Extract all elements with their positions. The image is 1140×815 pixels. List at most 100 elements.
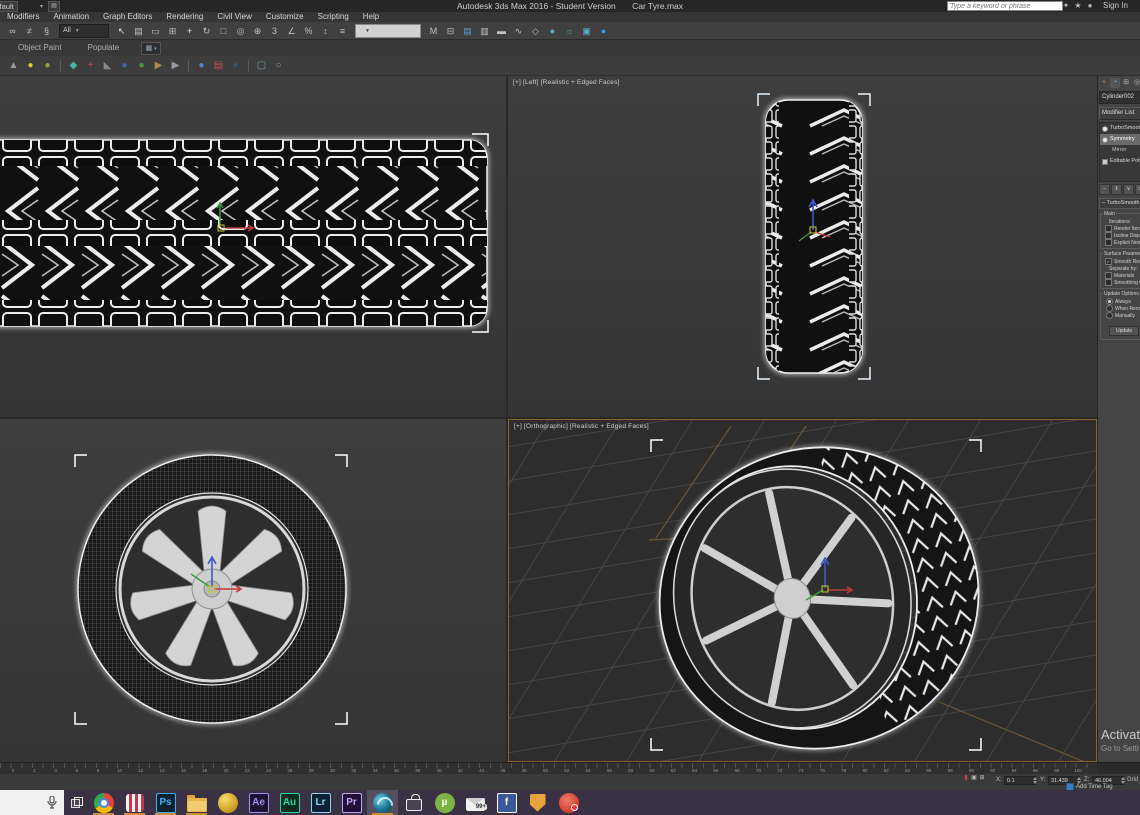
x-spinner[interactable] xyxy=(1033,776,1037,785)
community-icon[interactable]: ✦ xyxy=(1060,0,1072,12)
premiere-icon[interactable]: Pr xyxy=(336,790,367,815)
lightroom-icon[interactable]: Lr xyxy=(305,790,336,815)
sphere-cyan-icon[interactable]: ● xyxy=(194,58,209,73)
ribbon-tab-object-paint[interactable]: Object Paint xyxy=(18,40,62,56)
modifier-list-dropdown[interactable]: Modifier List xyxy=(1099,107,1140,120)
after-effects-icon[interactable]: Ae xyxy=(243,790,274,815)
wedge-icon[interactable]: ◣ xyxy=(100,58,115,73)
checkbox-smoothing-groups[interactable] xyxy=(1105,279,1112,286)
sign-in-button[interactable]: Sign In xyxy=(1103,0,1128,12)
checkbox-render-iters[interactable] xyxy=(1105,225,1112,232)
help-search-input[interactable] xyxy=(947,1,1063,11)
update-button[interactable]: Update xyxy=(1109,326,1139,336)
snaps-toggle-icon[interactable]: 3 xyxy=(267,24,282,38)
viewport-top-left[interactable] xyxy=(0,76,506,417)
select-and-link-icon[interactable]: ∞ xyxy=(5,24,20,38)
sphere-blue-icon[interactable]: ● xyxy=(117,58,132,73)
unlink-selection-icon[interactable]: ≠ xyxy=(22,24,37,38)
select-and-rotate-icon[interactable]: ↻ xyxy=(199,24,214,38)
align-icon[interactable]: ⊟ xyxy=(443,24,458,38)
yellow-ball-app-icon[interactable] xyxy=(212,790,243,815)
render-setup-icon[interactable]: ☼ xyxy=(562,24,577,38)
select-and-manipulate-icon[interactable]: ⊕ xyxy=(250,24,265,38)
schematic-view-icon[interactable]: ◇ xyxy=(528,24,543,38)
monitor-icon[interactable]: ▢ xyxy=(254,58,269,73)
curve-editor-icon[interactable]: ∿ xyxy=(511,24,526,38)
sun-light-icon[interactable]: ● xyxy=(23,58,38,73)
user-icon[interactable]: ● xyxy=(1084,0,1096,12)
remove-modifier-button[interactable]: ▭ xyxy=(1135,184,1140,195)
render-production-icon[interactable]: ● xyxy=(596,24,611,38)
edit-named-selections-icon[interactable]: ≡ xyxy=(335,24,350,38)
menu-customize[interactable]: Customize xyxy=(259,12,311,22)
modifier-stack-item[interactable]: Symmetry xyxy=(1100,134,1140,145)
percent-snap-icon[interactable]: % xyxy=(301,24,316,38)
arrow-brown-icon[interactable]: ▶ xyxy=(151,58,166,73)
antivirus-shield-icon[interactable] xyxy=(522,790,553,815)
menu-help[interactable]: Help xyxy=(356,12,386,22)
selection-lock-icon[interactable]: ▣ xyxy=(970,774,978,782)
chrome-icon[interactable] xyxy=(88,790,119,815)
menu-animation[interactable]: Animation xyxy=(46,12,96,22)
show-end-result-button[interactable]: ‖ xyxy=(1111,184,1122,195)
window-crossing-icon[interactable]: ⊞ xyxy=(165,24,180,38)
ribbon-toggle-icon[interactable]: ▬ xyxy=(494,24,509,38)
modifier-stack-item[interactable]: TurboSmooth xyxy=(1100,123,1140,134)
tyre-object-left[interactable] xyxy=(766,100,862,373)
viewport-label[interactable]: [+] [Orthographic] [Realistic + Edged Fa… xyxy=(514,423,649,430)
modifier-stack-item[interactable]: Mirror xyxy=(1100,145,1140,156)
tyre-object-front[interactable] xyxy=(0,140,487,326)
viewport-orthographic[interactable]: [+] [Orthographic] [Realistic + Edged Fa… xyxy=(508,419,1097,762)
bind-to-space-warp-icon[interactable]: § xyxy=(39,24,54,38)
radio-when-rendering[interactable] xyxy=(1106,305,1113,312)
facebook-icon[interactable]: f xyxy=(491,790,522,815)
rendered-frame-window-icon[interactable]: ▣ xyxy=(579,24,594,38)
visibility-bulb-icon[interactable] xyxy=(1102,126,1108,132)
angle-snap-icon[interactable]: ∠ xyxy=(284,24,299,38)
favorites-star-icon[interactable]: ★ xyxy=(1072,0,1084,12)
audition-icon[interactable]: Au xyxy=(274,790,305,815)
radio-always[interactable] xyxy=(1106,298,1113,305)
motion-tab[interactable]: ◎ xyxy=(1132,78,1140,88)
radio-manually[interactable] xyxy=(1106,312,1113,319)
3ds-max-taskbar-icon[interactable] xyxy=(367,790,398,815)
arrow-gray-icon[interactable]: ▶ xyxy=(168,58,183,73)
menu-civil-view[interactable]: Civil View xyxy=(210,12,259,22)
select-and-move-icon[interactable]: + xyxy=(182,24,197,38)
ring-icon[interactable]: ○ xyxy=(271,58,286,73)
named-selection-sets-combo[interactable]: ▼ xyxy=(355,24,421,38)
checkbox-materials[interactable] xyxy=(1105,272,1112,279)
object-name-field[interactable]: Cylinder002 xyxy=(1099,91,1140,104)
mirror-icon[interactable]: M xyxy=(426,24,441,38)
visibility-bulb-icon[interactable] xyxy=(1102,137,1108,143)
select-object-icon[interactable]: ↖ xyxy=(114,24,129,38)
clipboard-icon[interactable]: ▤ xyxy=(211,58,226,73)
material-editor-icon[interactable]: ● xyxy=(545,24,560,38)
checkbox-isoline-display[interactable] xyxy=(1105,232,1112,239)
red-cross-icon[interactable]: + xyxy=(83,58,98,73)
hierarchy-tab[interactable]: ⊞ xyxy=(1121,78,1131,88)
ribbon-config-icon[interactable]: ▦ ▾ xyxy=(141,42,161,55)
x-coord-field[interactable] xyxy=(1004,776,1036,785)
sphere-dark-icon[interactable]: ● xyxy=(228,58,243,73)
task-view-icon[interactable] xyxy=(70,796,83,809)
menu-scripting[interactable]: Scripting xyxy=(311,12,356,22)
scene-explorer-icon[interactable]: ▤ xyxy=(460,24,475,38)
sphere-olive-icon[interactable]: ● xyxy=(40,58,55,73)
z-spinner[interactable] xyxy=(1121,776,1125,785)
sphere-green-icon[interactable]: ● xyxy=(134,58,149,73)
select-and-scale-icon[interactable]: □ xyxy=(216,24,231,38)
tyre-object-perspective[interactable] xyxy=(628,420,1011,761)
use-pivot-center-icon[interactable]: ◎ xyxy=(233,24,248,38)
rollout-header[interactable]: – TurboSmooth xyxy=(1099,198,1140,209)
make-unique-button[interactable]: ∨ xyxy=(1123,184,1134,195)
photoshop-icon[interactable]: Ps xyxy=(150,790,181,815)
popcorn-time-icon[interactable] xyxy=(119,790,150,815)
red-notification-app-icon[interactable] xyxy=(553,790,584,815)
spinner-snap-icon[interactable]: ↕ xyxy=(318,24,333,38)
mail-icon[interactable]: 99+ xyxy=(460,790,491,815)
tyre-object-wheel[interactable] xyxy=(78,455,346,723)
pin-stack-button[interactable]: – xyxy=(1099,184,1110,195)
windows-store-icon[interactable] xyxy=(398,790,429,815)
gem-icon[interactable]: ◆ xyxy=(66,58,81,73)
